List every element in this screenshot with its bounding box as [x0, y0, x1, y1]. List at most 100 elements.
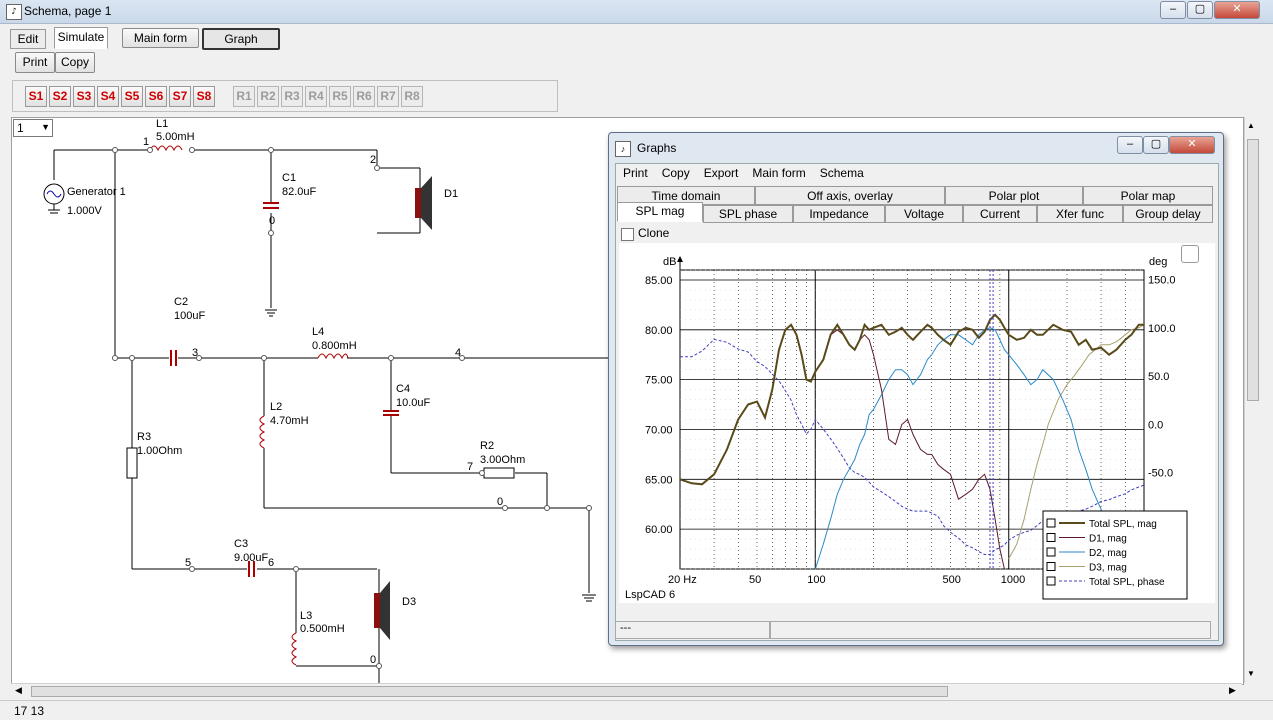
clone-checkbox[interactable]: [621, 228, 634, 241]
scroll-up-icon[interactable]: ▲: [1247, 121, 1255, 130]
recall-button-r3[interactable]: R3: [281, 86, 303, 107]
store-button-s8[interactable]: S8: [193, 86, 215, 107]
component-value: 82.0uF: [282, 186, 317, 198]
store-button-s7[interactable]: S7: [169, 86, 191, 107]
component-name: L2: [270, 401, 283, 413]
graphs-menu-item[interactable]: Print: [623, 166, 648, 180]
minimize-button[interactable]: –: [1160, 1, 1186, 19]
component-name: C2: [174, 296, 189, 308]
recall-button-r1[interactable]: R1: [233, 86, 255, 107]
component-value: 1.000V: [67, 205, 102, 217]
tab-edit[interactable]: Edit: [10, 29, 46, 49]
main-form-button[interactable]: Main form: [122, 28, 199, 48]
recall-button-r8[interactable]: R8: [401, 86, 423, 107]
y2-axis-label: deg: [1149, 256, 1167, 268]
tab-spl-mag[interactable]: SPL mag: [617, 202, 703, 222]
graphs-menu-item[interactable]: Copy: [662, 166, 690, 180]
main-window-title: Schema, page 1: [24, 4, 112, 18]
graphs-status-panel: [769, 621, 1211, 639]
recall-button-r7[interactable]: R7: [377, 86, 399, 107]
x-tick-label: 1000: [1001, 574, 1025, 586]
status-bar: 17 13: [0, 700, 1273, 720]
graphs-menu-item[interactable]: Export: [704, 166, 739, 180]
graphs-status-text: ---: [615, 621, 771, 639]
component-value: 100uF: [174, 310, 206, 322]
store-button-s2[interactable]: S2: [49, 86, 71, 107]
legend-checkbox: [1046, 547, 1056, 557]
tab-spl-phase[interactable]: SPL phase: [703, 205, 793, 223]
recall-button-r6[interactable]: R6: [353, 86, 375, 107]
component-value: 9.00uF: [234, 552, 269, 564]
tab-simulate[interactable]: Simulate: [54, 27, 108, 49]
component-name: L4: [312, 326, 325, 338]
recall-button-r4[interactable]: R4: [305, 86, 327, 107]
recall-button-r2[interactable]: R2: [257, 86, 279, 107]
store-button-s3[interactable]: S3: [73, 86, 95, 107]
node-label: 0: [370, 654, 377, 666]
scroll-left-icon[interactable]: ◀: [15, 685, 22, 696]
horizontal-scrollbar[interactable]: ◀ ▶: [11, 683, 1242, 699]
component-value: 3.00Ohm: [480, 454, 526, 466]
graphs-maximize-button[interactable]: ▢: [1143, 136, 1169, 154]
legend-checkbox: [1046, 533, 1056, 542]
component-name: L3: [300, 610, 313, 622]
legend-checkbox: [1046, 576, 1056, 586]
vertical-scrollbar[interactable]: ▲ ▼: [1244, 117, 1260, 683]
recall-button-r5[interactable]: R5: [329, 86, 351, 107]
graphs-menu-item[interactable]: Schema: [820, 166, 864, 180]
y2-tick-label: -50.0: [1148, 468, 1173, 480]
app-icon: ♪: [6, 4, 22, 20]
y-tick-label: 80.00: [645, 325, 673, 337]
maximize-button[interactable]: ▢: [1187, 1, 1213, 19]
close-button[interactable]: ✕: [1214, 1, 1260, 19]
node-label: 1: [143, 136, 150, 148]
horizontal-scroll-thumb[interactable]: [31, 686, 948, 697]
store-button-s1[interactable]: S1: [25, 86, 47, 107]
graphs-menu-item[interactable]: Main form: [752, 166, 805, 180]
tab-off-axis-overlay[interactable]: Off axis, overlay: [755, 186, 945, 205]
y2-tick-label: 50.0: [1148, 371, 1169, 383]
spl-chart: dB deg 85.00 80.00 75.00 70.00 65.00 60.00 150.0…: [645, 256, 1188, 600]
y-tick-label: 65.00: [645, 474, 673, 486]
graphs-close-button[interactable]: ✕: [1169, 136, 1215, 154]
tab-polar-plot[interactable]: Polar plot: [945, 186, 1083, 205]
store-button-s6[interactable]: S6: [145, 86, 167, 107]
component-name: Generator 1: [67, 186, 126, 198]
tab-polar-map[interactable]: Polar map: [1083, 186, 1213, 205]
copy-button[interactable]: Copy: [55, 52, 95, 73]
tab-impedance[interactable]: Impedance: [793, 205, 885, 223]
component-value: 1.00Ohm: [137, 445, 183, 457]
tab-current[interactable]: Current: [963, 205, 1037, 223]
store-button-s4[interactable]: S4: [97, 86, 119, 107]
x-tick-label: 20 Hz: [668, 574, 697, 586]
legend-label: Total SPL, phase: [1089, 577, 1165, 588]
graphs-menu-bar: Print Copy Export Main form Schema: [623, 166, 878, 180]
tab-voltage[interactable]: Voltage: [885, 205, 963, 223]
legend-label: D1, mag: [1089, 534, 1127, 545]
graph-button[interactable]: Graph: [202, 28, 280, 50]
node-label: 3: [192, 347, 199, 359]
y-tick-label: 75.00: [645, 375, 673, 387]
tab-group-delay[interactable]: Group delay: [1123, 205, 1213, 223]
component-value: 5.00mH: [156, 131, 195, 143]
store-button-s5[interactable]: S5: [121, 86, 143, 107]
graphs-minimize-button[interactable]: –: [1117, 136, 1143, 154]
print-button[interactable]: Print: [15, 52, 55, 73]
y-axis-arrow-icon: [677, 256, 683, 262]
node-label: 5: [185, 557, 192, 569]
component-name: L1: [156, 118, 169, 130]
component-name: D3: [402, 596, 417, 608]
main-title-bar: ♪ Schema, page 1 – ▢ ✕: [0, 0, 1273, 24]
chart-option-box[interactable]: [1181, 245, 1199, 263]
legend-label: D3, mag: [1089, 563, 1127, 574]
scroll-down-icon[interactable]: ▼: [1247, 669, 1255, 678]
scroll-right-icon[interactable]: ▶: [1229, 685, 1236, 696]
component-name: C3: [234, 538, 249, 550]
node-label: 7: [467, 461, 474, 473]
y-tick-label: 85.00: [645, 275, 673, 287]
component-value: 0.500mH: [300, 623, 345, 635]
vertical-scroll-thumb[interactable]: [1247, 139, 1259, 401]
y-tick-label: 70.00: [645, 424, 673, 436]
node-label: 0: [269, 215, 276, 227]
tab-xfer-func[interactable]: Xfer func: [1037, 205, 1123, 223]
